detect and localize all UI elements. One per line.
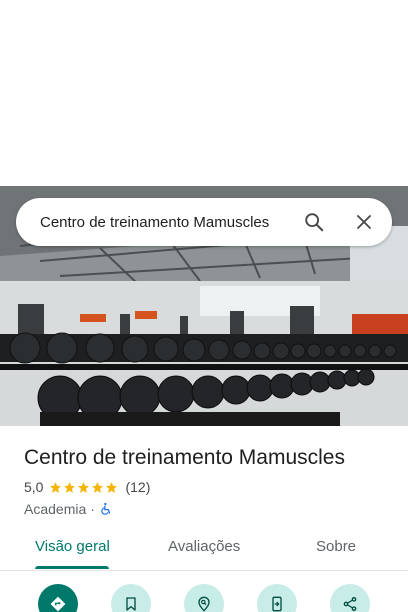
search-query-text[interactable]: Centro de treinamento Mamuscles (16, 214, 294, 231)
save-button[interactable] (111, 584, 151, 612)
directions-button[interactable] (38, 584, 78, 612)
nearby-pin-icon (198, 596, 210, 612)
rating-stars (49, 481, 119, 494)
search-bar[interactable]: Centro de treinamento Mamuscles (16, 198, 392, 246)
send-to-phone-button[interactable] (257, 584, 297, 612)
nearby-button[interactable] (184, 584, 224, 612)
review-count: (12) (125, 479, 151, 495)
rating-value: 5,0 (24, 479, 44, 495)
star-icon (50, 481, 62, 493)
tab-reviews[interactable]: Avaliações (168, 538, 240, 555)
place-tabs: Visão geral Avaliações Sobre (0, 528, 408, 571)
share-icon (343, 597, 357, 611)
bookmark-icon (126, 597, 136, 611)
action-buttons (0, 584, 408, 612)
category-row: Academia · (24, 500, 394, 518)
separator-dot: · (90, 501, 95, 517)
wheelchair-accessible-icon (101, 502, 111, 515)
rating-row[interactable]: 5,0 (12) (24, 478, 394, 496)
blank-top-area (0, 0, 408, 186)
place-category: Academia (24, 501, 87, 517)
directions-icon (50, 596, 66, 612)
active-tab-indicator (35, 566, 109, 569)
close-button[interactable] (344, 202, 384, 242)
star-icon (78, 481, 90, 493)
close-icon (357, 215, 371, 229)
star-icon (106, 481, 118, 493)
place-title: Centro de treinamento Mamuscles (24, 446, 345, 469)
tab-about[interactable]: Sobre (316, 538, 356, 555)
send-to-phone-icon (272, 596, 282, 612)
star-icon (92, 481, 104, 493)
search-button[interactable] (294, 202, 334, 242)
place-info: Centro de treinamento Mamuscles 5,0 (12)… (24, 444, 394, 518)
star-icon (64, 481, 76, 493)
search-icon (305, 213, 324, 232)
tab-overview[interactable]: Visão geral (35, 538, 110, 555)
share-button[interactable] (330, 584, 370, 612)
